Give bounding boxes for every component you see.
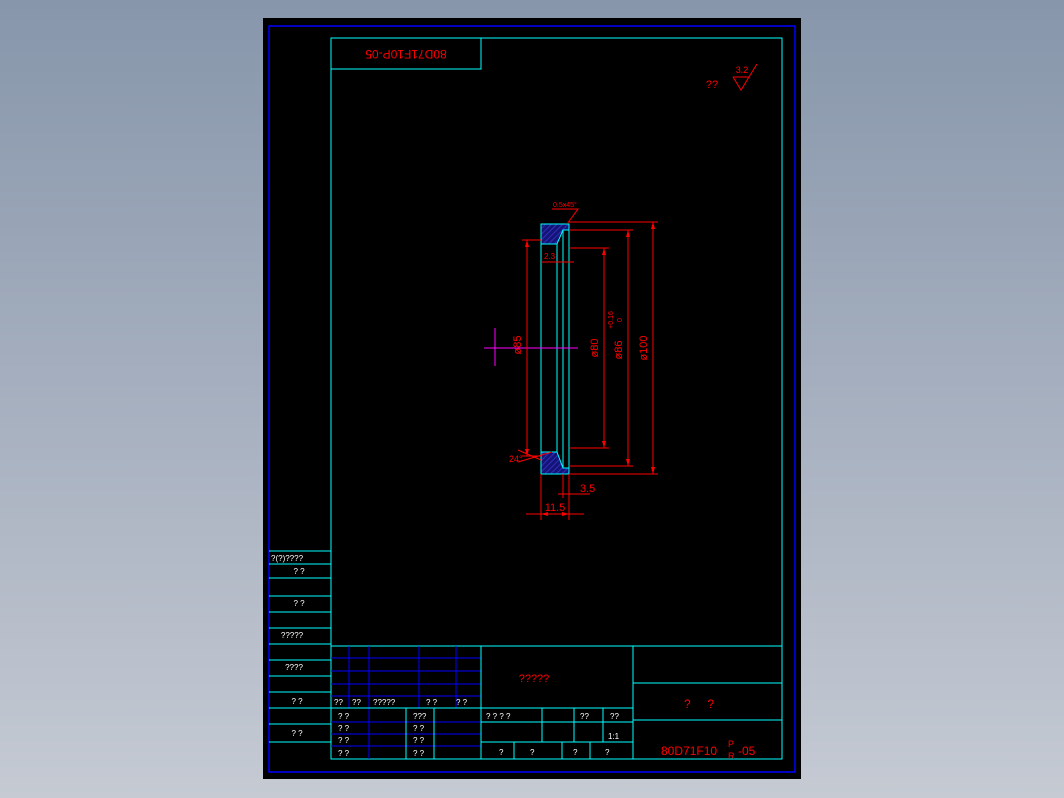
tb-stage-label: ?? xyxy=(610,712,619,721)
tb-header-cell: ?? xyxy=(352,698,361,707)
tb-sign-mid: ? ? xyxy=(413,724,425,733)
left-row: ? ? xyxy=(291,697,303,706)
dim-3-5: 3.5 xyxy=(580,483,595,495)
dim-2-3: 2.3 xyxy=(544,252,556,261)
tb-code-sub: R xyxy=(728,751,735,761)
tb-sign-row: ? ? xyxy=(338,749,350,758)
tb-header-cell: ????? xyxy=(373,698,396,707)
dim-angle: 24° xyxy=(509,454,523,464)
tb-header-cell: ?? xyxy=(334,698,343,707)
left-row: ? ? xyxy=(293,567,305,576)
left-row: ? ? xyxy=(291,729,303,738)
drawing-sheet xyxy=(263,18,801,779)
dim-d86: ø86 xyxy=(613,341,625,360)
roughness-value: 3.2 xyxy=(736,65,749,75)
tb-sign-mid: ??? xyxy=(413,712,427,721)
dim-d86-tol: +0.16 xyxy=(608,311,615,329)
tb-code-main: 80D71F10 xyxy=(661,744,717,758)
tb-sign-row: ? ? xyxy=(338,712,350,721)
tb-header-cell: ? ? xyxy=(456,698,468,707)
left-header: ?(?)???? xyxy=(271,554,304,563)
dim-d85: ø85 xyxy=(512,336,524,355)
tb-scale: 1:1 xyxy=(608,732,620,741)
tb-part-name: ? ? xyxy=(684,697,714,711)
rotated-code-text: 80D71F10P-05 xyxy=(365,47,447,61)
roughness-label: ?? xyxy=(706,79,718,91)
left-row: ? ? xyxy=(293,599,305,608)
drawing-viewport[interactable]: 80D71F10P-05 ?? 3.2 0.5x45° 2.3 ø85 ø80 … xyxy=(0,0,1064,798)
left-row: ????? xyxy=(281,631,304,640)
dim-d80: ø80 xyxy=(589,339,601,358)
dim-chamfer: 0.5x45° xyxy=(553,201,577,209)
tb-sheet-label: ? xyxy=(605,748,610,757)
tb-stage-label: ? ? ? ? xyxy=(486,712,511,721)
tb-sheet-label: ? xyxy=(499,748,504,757)
tb-sign-row: ? ? xyxy=(338,736,350,745)
tb-stage-label: ?? xyxy=(580,712,589,721)
dim-11-5: 11.5 xyxy=(545,502,566,514)
tb-code-sup: P xyxy=(728,739,734,749)
tb-sign-mid: ? ? xyxy=(413,749,425,758)
tb-code-suffix: -05 xyxy=(738,744,756,758)
tb-sign-row: ? ? xyxy=(338,724,350,733)
dim-d86-tol2: 0 xyxy=(617,318,624,322)
dim-d100: ø100 xyxy=(638,335,650,360)
tb-sheet-label: ? xyxy=(530,748,535,757)
tb-center-label: ????? xyxy=(519,673,550,685)
tb-sheet-label: ? xyxy=(573,748,578,757)
tb-sign-mid: ? ? xyxy=(413,736,425,745)
left-row: ???? xyxy=(285,663,303,672)
tb-header-cell: ? ? xyxy=(426,698,438,707)
